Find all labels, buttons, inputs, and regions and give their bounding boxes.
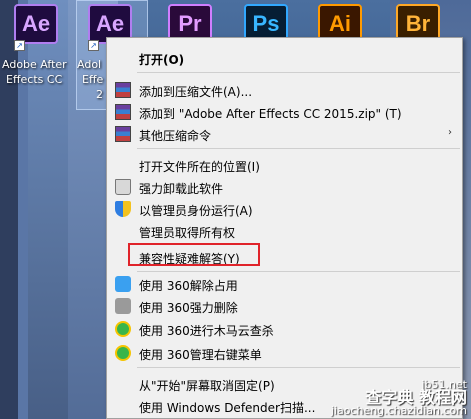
menu-item-label: 使用 360强力删除 xyxy=(139,301,238,315)
menu-item-label: 使用 Windows Defender扫描... xyxy=(139,401,316,415)
submenu-arrow-icon: › xyxy=(448,127,452,138)
menu-item-label: 添加到压缩文件(A)... xyxy=(139,85,253,99)
menu-item-open-location[interactable]: 打开文件所在的位置(I) xyxy=(109,154,460,176)
winrar-icon xyxy=(115,126,131,142)
desktop-icon-label[interactable]: Effects CC xyxy=(6,72,62,87)
menu-item-360-force-delete[interactable]: 使用 360强力删除 xyxy=(109,295,460,317)
menu-item-force-uninstall[interactable]: 强力卸载此软件 xyxy=(109,176,460,198)
menu-item-label: 从"开始"屏幕取消固定(P) xyxy=(139,379,275,393)
desktop-icon-label[interactable]: Adobe After xyxy=(2,57,67,72)
winrar-icon xyxy=(115,82,131,98)
menu-item-other-compress[interactable]: 其他压缩命令 › xyxy=(109,123,460,145)
desktop-icon-label[interactable]: Effe xyxy=(82,72,103,87)
winrar-icon xyxy=(115,104,131,120)
shortcut-arrow-icon: ↗ xyxy=(88,40,99,51)
watermark: jb51.net 查字典 教程网 jiaocheng.chazidian.com xyxy=(331,378,467,417)
menu-item-label: 强力卸载此软件 xyxy=(139,182,224,196)
menu-item-label: 使用 360进行木马云查杀 xyxy=(139,324,274,338)
menu-item-label: 其他压缩命令 xyxy=(139,129,212,143)
menu-item-360-trojan-scan[interactable]: 使用 360进行木马云查杀 xyxy=(109,318,460,340)
menu-item-add-to-zip[interactable]: 添加到 "Adobe After Effects CC 2015.zip" (T… xyxy=(109,101,460,123)
uac-shield-icon xyxy=(115,201,131,217)
360-safe-icon xyxy=(115,345,131,361)
menu-item-360-manage-menu[interactable]: 使用 360管理右键菜单 xyxy=(109,342,460,364)
watermark-url: jiaocheng.chazidian.com xyxy=(330,404,467,417)
menu-item-label: 打开(O) xyxy=(139,53,185,67)
menu-item-run-as-admin[interactable]: 以管理员身份运行(A) xyxy=(109,198,460,220)
menu-separator xyxy=(137,148,460,149)
menu-item-label: 添加到 "Adobe After Effects CC 2015.zip" (T… xyxy=(139,107,402,121)
menu-item-take-ownership[interactable]: 管理员取得所有权 xyxy=(109,220,460,242)
menu-item-label: 使用 360管理右键菜单 xyxy=(139,348,262,362)
watermark-title: 查字典 教程网 xyxy=(365,388,467,407)
desktop-icon-label[interactable]: 2 xyxy=(96,87,103,102)
menu-item-label: 以管理员身份运行(A) xyxy=(139,204,253,218)
360-safe-icon xyxy=(115,321,131,337)
highlight-box xyxy=(128,243,260,266)
after-effects-icon[interactable]: Ae xyxy=(14,4,58,44)
shortcut-arrow-icon: ↗ xyxy=(14,40,25,51)
desktop-icon-label[interactable]: Adol xyxy=(77,57,101,72)
trash-icon xyxy=(115,179,131,195)
menu-separator xyxy=(137,367,460,368)
menu-item-360-unlock[interactable]: 使用 360解除占用 xyxy=(109,273,460,295)
menu-item-label: 使用 360解除占用 xyxy=(139,279,238,293)
shredder-icon xyxy=(115,298,131,314)
unlock-360-icon xyxy=(115,276,131,292)
menu-item-label: 打开文件所在的位置(I) xyxy=(139,160,260,174)
menu-item-open[interactable]: 打开(O) xyxy=(109,47,460,69)
menu-item-add-to-archive[interactable]: 添加到压缩文件(A)... xyxy=(109,79,460,101)
context-menu: 打开(O) 添加到压缩文件(A)... 添加到 "Adobe After Eff… xyxy=(106,37,463,419)
menu-separator xyxy=(137,271,460,272)
menu-item-label: 管理员取得所有权 xyxy=(139,226,236,240)
menu-separator xyxy=(137,72,460,73)
